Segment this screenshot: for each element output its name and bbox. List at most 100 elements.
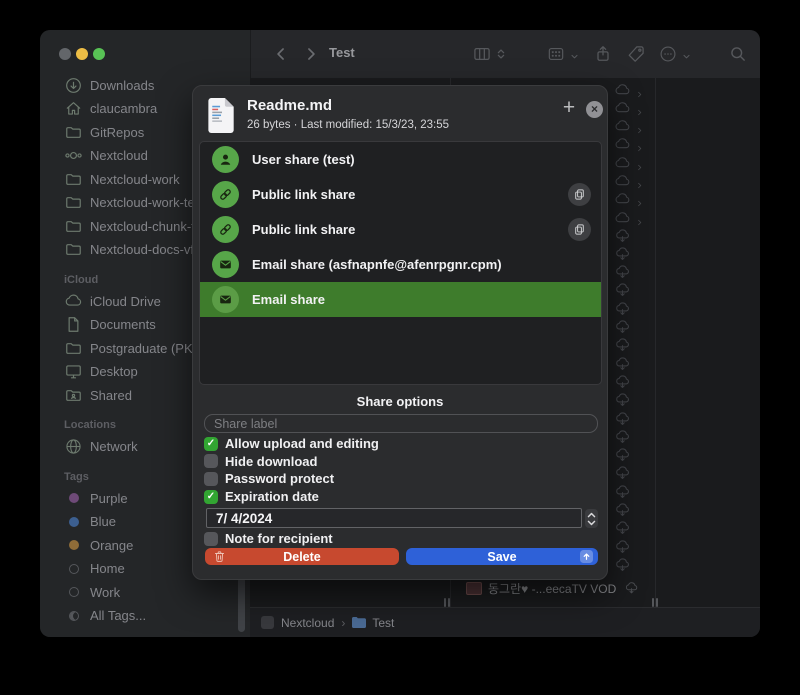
cloud-download-status xyxy=(614,484,660,501)
sidebar-item-label: Orange xyxy=(90,538,133,553)
cloud-download-status xyxy=(614,411,660,428)
markdown-file-icon xyxy=(207,97,237,134)
sidebar-item-work[interactable]: Work xyxy=(40,581,250,605)
more-options-icon[interactable] xyxy=(658,44,678,64)
share-list: User share (test) Public link share Public… xyxy=(199,141,602,385)
cloud-download-status xyxy=(614,356,660,373)
tag-dot-icon xyxy=(64,512,83,531)
tag-dot-icon xyxy=(64,536,83,555)
sidebar-item-all-tags[interactable]: All Tags... xyxy=(40,604,250,628)
share-toolbar-icon[interactable] xyxy=(593,44,613,64)
sidebar-item-label: GitRepos xyxy=(90,125,144,140)
cloud-folder-status xyxy=(614,173,660,190)
path-root-icon xyxy=(261,616,274,629)
cloud-download-status xyxy=(614,429,660,446)
share-row-label: Public link share xyxy=(252,187,355,202)
cloud-folder-status xyxy=(614,210,660,227)
path-segment-root[interactable]: Nextcloud xyxy=(281,616,334,630)
group-chevron-icon[interactable] xyxy=(569,49,580,60)
cloud-download-status xyxy=(614,520,660,537)
path-segment-current[interactable]: Test xyxy=(372,616,394,630)
checkbox-box: ✓ xyxy=(204,454,218,468)
all-tags-icon xyxy=(64,606,83,625)
column-resize-handle[interactable] xyxy=(443,598,451,607)
checkbox-note-for-recipient[interactable]: ✓Note for recipient xyxy=(204,530,598,548)
tag-dot-icon xyxy=(64,489,83,508)
view-updown-icon[interactable] xyxy=(494,44,508,64)
download-icon xyxy=(64,76,83,95)
date-stepper[interactable] xyxy=(585,509,598,528)
folder-icon xyxy=(64,240,83,259)
add-share-button[interactable]: + xyxy=(559,97,579,119)
column-view-icon[interactable] xyxy=(472,44,492,64)
checkbox-box: ✓ xyxy=(204,532,218,546)
sidebar-item-label: Downloads xyxy=(90,78,154,93)
share-row-email[interactable]: Email share xyxy=(200,282,601,317)
finder-window: Downloads claucambra GitRepos Nextcloud Next… xyxy=(40,30,760,637)
folder-icon xyxy=(64,339,83,358)
forward-button[interactable] xyxy=(301,44,321,64)
delete-button[interactable]: Delete xyxy=(205,548,399,565)
checkbox-password-protect[interactable]: ✓ Password protect xyxy=(204,470,598,488)
folder-icon xyxy=(352,617,366,628)
home-icon xyxy=(64,99,83,118)
sidebar-item-label: Work xyxy=(90,585,120,600)
sidebar-item-label: claucambra xyxy=(90,101,157,116)
email-share-icon xyxy=(212,251,239,278)
share-row-link[interactable]: Public link share xyxy=(200,212,601,247)
tag-icon[interactable] xyxy=(626,44,646,64)
cloud-download-status xyxy=(614,539,660,556)
column-resize-handle[interactable] xyxy=(651,598,659,607)
link-share-icon xyxy=(212,181,239,208)
sidebar-item-label: Nextcloud-work xyxy=(90,172,180,187)
group-by-icon[interactable] xyxy=(546,44,566,64)
checkbox-expiration-date[interactable]: ✓Expiration date xyxy=(204,488,598,506)
share-dialog: Readme.md 26 bytes · Last modified: 15/3… xyxy=(192,85,608,580)
cloud-download-status xyxy=(614,557,660,574)
trash-icon xyxy=(213,550,226,563)
share-options-header: Share options xyxy=(193,394,607,409)
sidebar-scrollbar[interactable] xyxy=(238,577,245,632)
toolbar: Test xyxy=(250,30,760,79)
share-row-email[interactable]: Email share (asfnapnfe@afenrpgnr.cpm) xyxy=(200,247,601,282)
share-row-label: User share (test) xyxy=(252,152,355,167)
share-row-link[interactable]: Public link share xyxy=(200,177,601,212)
cloud-download-status xyxy=(614,374,660,391)
sidebar-item-label: Nextcloud xyxy=(90,148,148,163)
cloud-download-icon xyxy=(624,581,639,596)
cloud-download-status xyxy=(614,246,660,263)
cloud-download-status xyxy=(614,264,660,281)
checkbox-label: Password protect xyxy=(225,471,334,486)
cloud-download-status xyxy=(614,447,660,464)
checkbox-hide-download[interactable]: ✓Hide download xyxy=(204,453,598,471)
save-shortcut-badge xyxy=(580,550,593,563)
window-title: Test xyxy=(329,45,355,60)
more-chevron-icon[interactable] xyxy=(681,49,692,60)
cloud-folder-status xyxy=(614,82,660,99)
copy-link-button[interactable] xyxy=(568,218,591,241)
cloud-download-status xyxy=(614,319,660,336)
share-label-input[interactable] xyxy=(204,414,598,433)
folder-icon xyxy=(64,217,83,236)
checkbox-allow-upload-and-editing[interactable]: ✓Allow upload and editing xyxy=(204,435,598,453)
checkbox-box: ✓ xyxy=(204,472,218,486)
folder-icon xyxy=(64,123,83,142)
share-row-user[interactable]: User share (test) xyxy=(200,142,601,177)
share-row-label: Public link share xyxy=(252,222,355,237)
expiration-date-field[interactable]: 7/ 4/2024 xyxy=(206,508,582,528)
share-options-checkboxes: ✓Allow upload and editing✓Hide download✓… xyxy=(204,435,598,505)
dialog-file-name: Readme.md xyxy=(247,97,332,114)
cloud-download-status xyxy=(614,282,660,299)
copy-link-button[interactable] xyxy=(568,183,591,206)
cloud-icon xyxy=(64,292,83,311)
path-separator: › xyxy=(341,616,345,630)
search-icon[interactable] xyxy=(728,44,748,64)
shared-folder-icon xyxy=(64,386,83,405)
checkbox-label: Allow upload and editing xyxy=(225,436,379,451)
cloud-download-status xyxy=(614,337,660,354)
file-row[interactable]: 동그란♥ -...eecaTV VOD xyxy=(466,579,639,597)
save-button[interactable]: Save xyxy=(406,548,598,565)
close-dialog-button[interactable]: × xyxy=(586,101,603,118)
document-icon xyxy=(64,315,83,334)
back-button[interactable] xyxy=(271,44,291,64)
